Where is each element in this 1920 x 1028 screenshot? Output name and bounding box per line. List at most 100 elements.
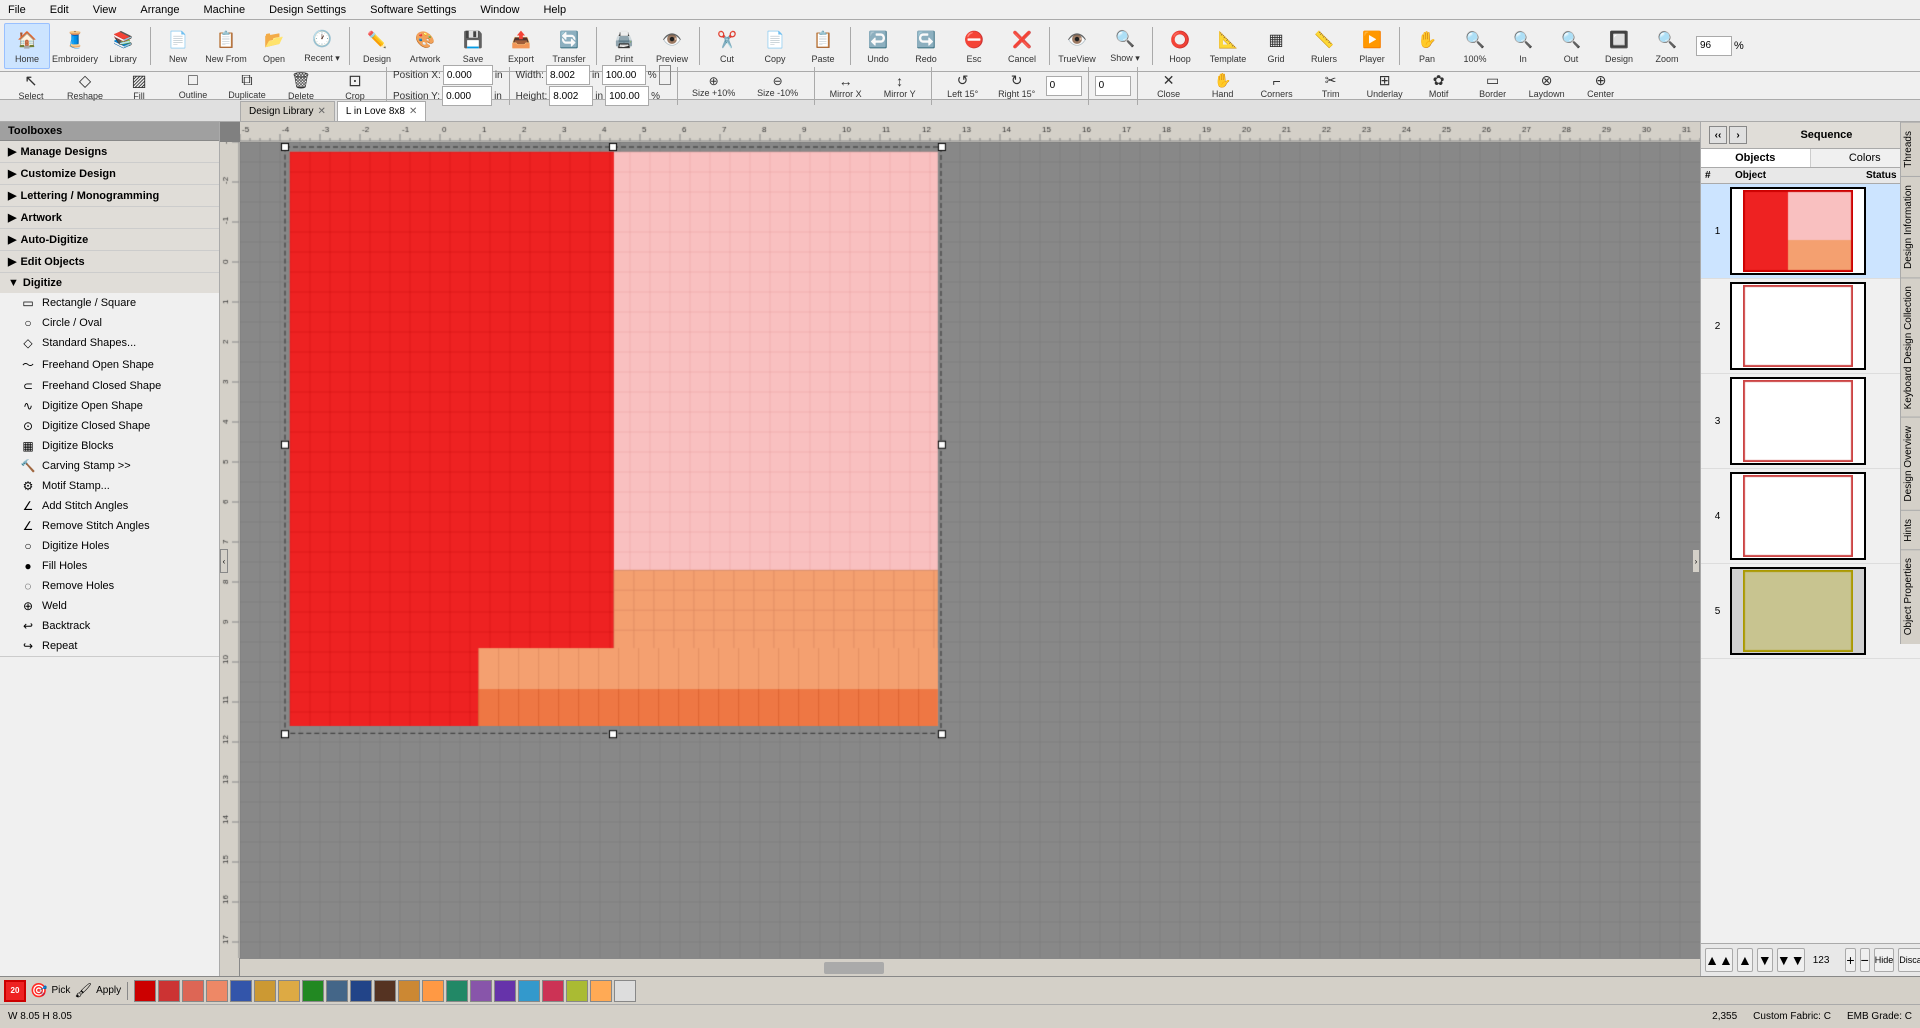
color-swatch-7[interactable]: [278, 980, 300, 1002]
hoop-button[interactable]: ⭕ Hoop: [1157, 23, 1203, 69]
motif-btn[interactable]: ✿ Motif: [1414, 74, 1464, 98]
sidebar-item-digitize-holes[interactable]: ○ Digitize Holes: [0, 536, 219, 556]
position-x-input[interactable]: [443, 65, 493, 85]
apply-tool[interactable]: 🖌: [72, 980, 94, 1001]
tab-l-in-love-close[interactable]: ✕: [409, 106, 417, 117]
center-btn[interactable]: ⊕ Center: [1576, 74, 1626, 98]
sidebar-item-circle-oval[interactable]: ○ Circle / Oval: [0, 313, 219, 333]
reshape-button[interactable]: ◇ Reshape: [60, 74, 110, 98]
color-swatch-6[interactable]: [254, 980, 276, 1002]
sidebar-item-digitize-blocks[interactable]: ▦ Digitize Blocks: [0, 436, 219, 456]
embroidery-button[interactable]: 🧵 Embroidery: [52, 23, 98, 69]
menu-help[interactable]: Help: [539, 2, 570, 18]
sidebar-header-artwork[interactable]: ▶ Artwork: [0, 207, 219, 228]
border-btn[interactable]: ▭ Border: [1468, 74, 1518, 98]
color-swatch-20[interactable]: [590, 980, 612, 1002]
height-input[interactable]: [549, 86, 593, 106]
menu-file[interactable]: File: [4, 2, 30, 18]
angle-input[interactable]: [1046, 76, 1082, 96]
collapse-left-panel-button[interactable]: ‹: [220, 549, 228, 573]
far-tab-keyboard[interactable]: Keyboard Design Collection: [1901, 277, 1920, 417]
color-swatch-4[interactable]: [206, 980, 228, 1002]
width-input[interactable]: [546, 65, 590, 85]
tab-design-library[interactable]: Design Library ✕: [240, 101, 335, 121]
lock-aspect-icon[interactable]: [659, 65, 671, 85]
seq-add-button[interactable]: +: [1845, 948, 1855, 972]
sidebar-item-carving-stamp[interactable]: 🔨 Carving Stamp >>: [0, 456, 219, 476]
sidebar-item-freehand-open[interactable]: 〜 Freehand Open Shape: [0, 353, 219, 376]
move-bottom-button[interactable]: ▼▼: [1777, 948, 1805, 972]
zoom-100-button[interactable]: 🔍 100%: [1452, 23, 1498, 69]
new-button[interactable]: 📄 New: [155, 23, 201, 69]
undo-button[interactable]: ↩️ Undo: [855, 23, 901, 69]
sidebar-header-digitize[interactable]: ▼ Digitize: [0, 273, 219, 293]
show-button[interactable]: 🔍 Show ▾: [1102, 23, 1148, 69]
sidebar-item-standard-shapes[interactable]: ◇ Standard Shapes...: [0, 333, 219, 353]
tab-design-library-close[interactable]: ✕: [317, 106, 325, 117]
menu-design-settings[interactable]: Design Settings: [265, 2, 350, 18]
zoom-in-button[interactable]: 🔍 In: [1500, 23, 1546, 69]
hand-btn[interactable]: ✋ Hand: [1198, 74, 1248, 98]
color-swatch-3[interactable]: [182, 980, 204, 1002]
menu-window[interactable]: Window: [476, 2, 523, 18]
color-swatch-11[interactable]: [374, 980, 396, 1002]
sidebar-item-backtrack[interactable]: ↩ Backtrack: [0, 616, 219, 636]
zoom-button[interactable]: 🔍 Zoom: [1644, 23, 1690, 69]
pan-button[interactable]: ✋ Pan: [1404, 23, 1450, 69]
color-swatch-10[interactable]: [350, 980, 372, 1002]
sidebar-item-rectangle-square[interactable]: ▭ Rectangle / Square: [0, 293, 219, 313]
pick-tool[interactable]: 🎯: [28, 980, 49, 1001]
zoom-value-input[interactable]: [1696, 36, 1732, 56]
color-swatch-13[interactable]: [422, 980, 444, 1002]
esc-button[interactable]: ⛔ Esc: [951, 23, 997, 69]
recent-button[interactable]: 🕐 Recent ▾: [299, 23, 345, 69]
sidebar-item-remove-stitch-angles[interactable]: ∠ Remove Stitch Angles: [0, 516, 219, 536]
design-canvas[interactable]: [240, 142, 1700, 958]
sidebar-header-customize[interactable]: ▶ Customize Design: [0, 163, 219, 184]
sidebar-header-manage-designs[interactable]: ▶ Manage Designs: [0, 141, 219, 162]
sequence-item-1[interactable]: 1: [1701, 184, 1920, 279]
cut-button[interactable]: ✂️ Cut: [704, 23, 750, 69]
h-scrollbar[interactable]: [240, 958, 1700, 976]
artwork-button[interactable]: 🎨 Artwork: [402, 23, 448, 69]
seq-remove-button[interactable]: −: [1860, 948, 1870, 972]
sequence-item-5[interactable]: 5: [1701, 564, 1920, 659]
sidebar-header-auto-digitize[interactable]: ▶ Auto-Digitize: [0, 229, 219, 250]
open-button[interactable]: 📂 Open: [251, 23, 297, 69]
tab-l-in-love[interactable]: L in Love 8x8 ✕: [337, 101, 427, 121]
size-plus-button[interactable]: ⊕ Size +10%: [684, 74, 744, 98]
library-button[interactable]: 📚 Library: [100, 23, 146, 69]
sequence-item-2[interactable]: 2: [1701, 279, 1920, 374]
sidebar-header-lettering[interactable]: ▶ Lettering / Monogramming: [0, 185, 219, 206]
collapse-right-panel-button[interactable]: ›: [1692, 549, 1700, 573]
mirror-y-button[interactable]: ↕ Mirror Y: [875, 74, 925, 98]
color-swatch-2[interactable]: [158, 980, 180, 1002]
template-button[interactable]: 📐 Template: [1205, 23, 1251, 69]
mirror-x-button[interactable]: ↔ Mirror X: [821, 74, 871, 98]
move-up-button[interactable]: ▲: [1737, 948, 1753, 972]
transfer-button[interactable]: 🔄 Transfer: [546, 23, 592, 69]
color-swatch-15[interactable]: [470, 980, 492, 1002]
cancel-button[interactable]: ❌ Cancel: [999, 23, 1045, 69]
rulers-button[interactable]: 📏 Rulers: [1301, 23, 1347, 69]
color-swatch-14[interactable]: [446, 980, 468, 1002]
duplicate-button[interactable]: ⧉ Duplicate: [222, 74, 272, 98]
color-swatch-9[interactable]: [326, 980, 348, 1002]
sidebar-item-weld[interactable]: ⊕ Weld: [0, 596, 219, 616]
close-btn[interactable]: ✕ Close: [1144, 74, 1194, 98]
underlay-btn[interactable]: ⊞ Underlay: [1360, 74, 1410, 98]
menu-arrange[interactable]: Arrange: [136, 2, 183, 18]
home-button[interactable]: 🏠 Home: [4, 23, 50, 69]
delete-button[interactable]: 🗑 Delete: [276, 74, 326, 98]
preview-button[interactable]: 👁️ Preview: [649, 23, 695, 69]
sidebar-item-fill-holes[interactable]: ● Fill Holes: [0, 556, 219, 576]
move-top-button[interactable]: ▲▲: [1705, 948, 1733, 972]
sidebar-item-freehand-closed[interactable]: ⊂ Freehand Closed Shape: [0, 376, 219, 396]
sidebar-item-repeat[interactable]: ↪ Repeat: [0, 636, 219, 656]
move-down-button[interactable]: ▼: [1757, 948, 1773, 972]
nav-arrow-left[interactable]: ‹‹: [1709, 126, 1727, 144]
far-tab-hints[interactable]: Hints: [1901, 510, 1920, 550]
grid-button[interactable]: ▦ Grid: [1253, 23, 1299, 69]
color-swatch-8[interactable]: [302, 980, 324, 1002]
sidebar-item-add-stitch-angles[interactable]: ∠ Add Stitch Angles: [0, 496, 219, 516]
